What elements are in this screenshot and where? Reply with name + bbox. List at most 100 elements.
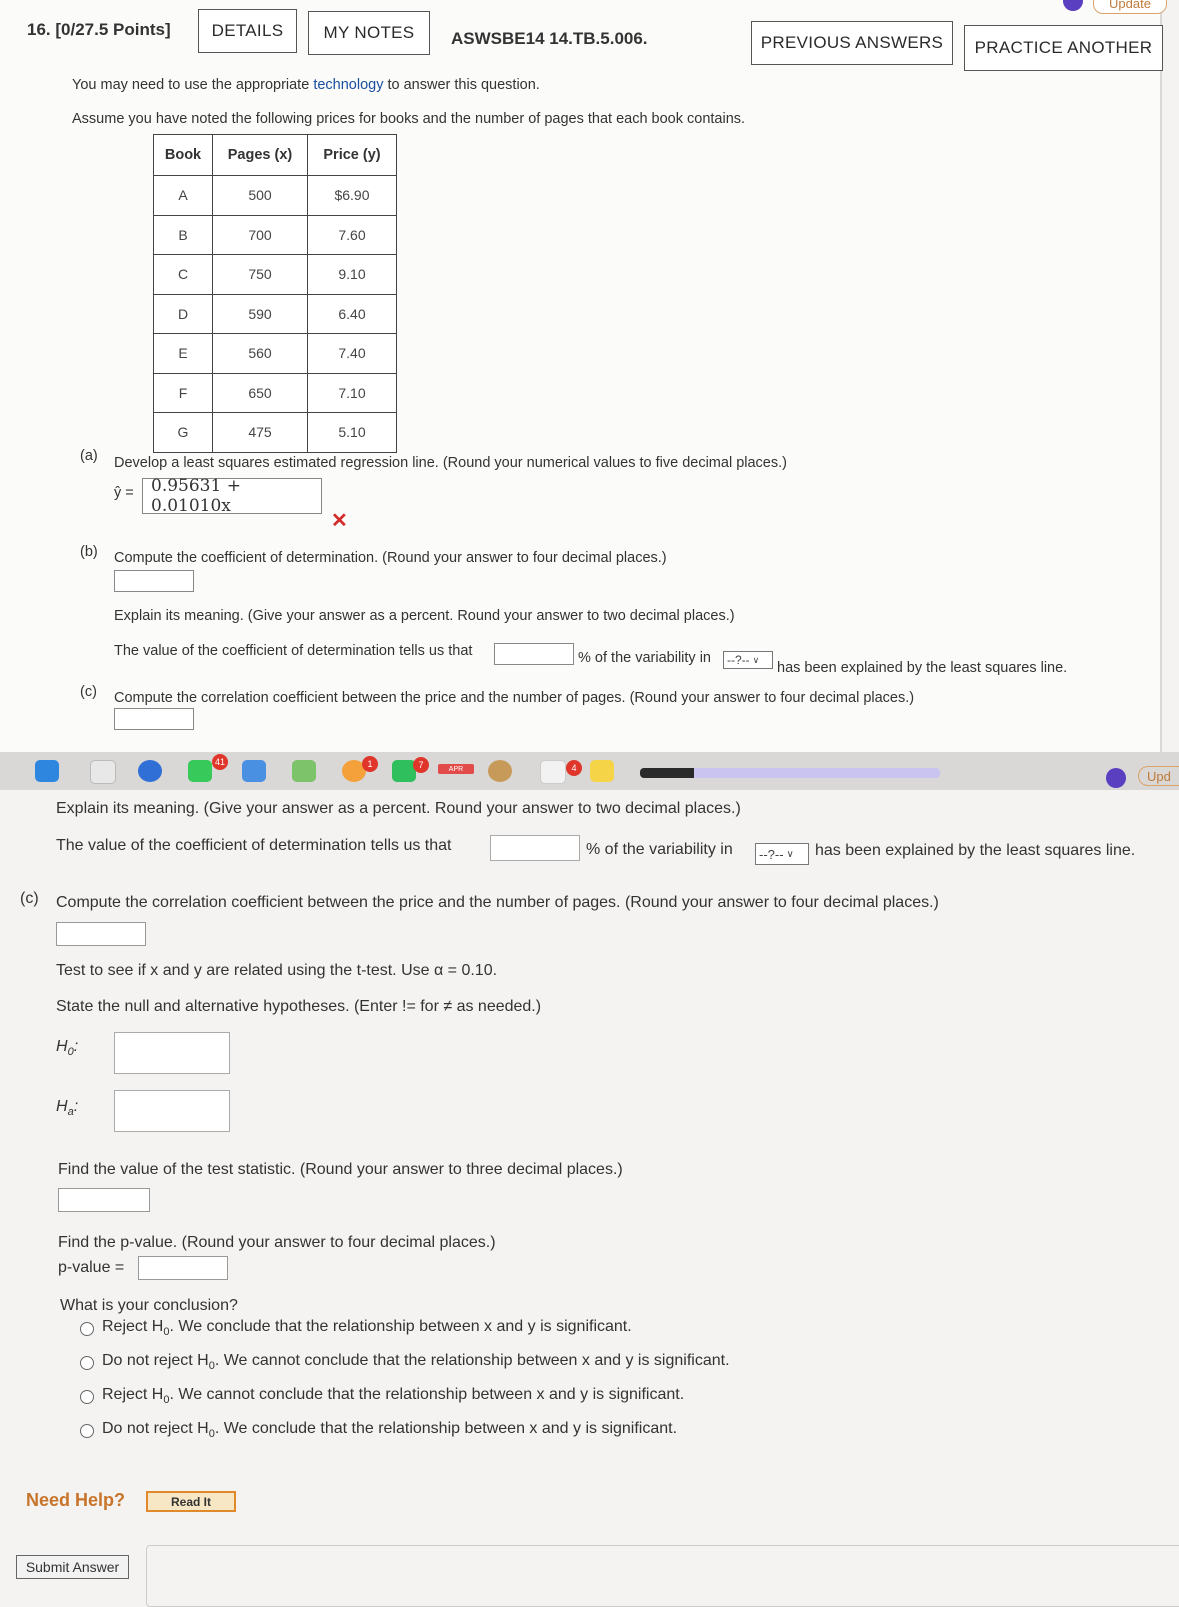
ha-colon: : — [73, 1098, 79, 1115]
conclusion-radio-1[interactable] — [80, 1322, 94, 1336]
cell-book: E — [153, 333, 213, 374]
conclusion-option-1[interactable]: Reject H0. We conclude that the relation… — [102, 1318, 632, 1338]
correlation-field-top[interactable] — [114, 708, 194, 730]
update-button[interactable]: Update — [1093, 0, 1167, 14]
percent-field[interactable] — [494, 643, 574, 665]
photos-badge: 1 — [362, 756, 378, 772]
coef-determination-field[interactable] — [114, 570, 194, 592]
lower-percent-field[interactable] — [490, 835, 580, 861]
p-value-label: p-value = — [58, 1259, 125, 1276]
p-value-field[interactable] — [138, 1256, 228, 1280]
bottom-frame — [146, 1545, 1179, 1607]
intro-prefix: You may need to use the appropriate — [72, 77, 314, 93]
cell-pages: 650 — [212, 372, 308, 413]
my-notes-button[interactable]: MY NOTES — [308, 11, 430, 55]
option-pre: Reject H — [102, 1386, 164, 1403]
messages-icon[interactable] — [188, 760, 212, 782]
reminders-icon[interactable] — [540, 760, 566, 784]
lower-sentence-suffix: has been explained by the least squares … — [815, 842, 1136, 859]
cell-book: G — [153, 412, 213, 453]
conclusion-radio-2[interactable] — [80, 1356, 94, 1370]
intro-suffix: to answer this question. — [383, 77, 540, 93]
launchpad-icon[interactable] — [90, 760, 116, 784]
read-it-button[interactable]: Read It — [146, 1491, 236, 1512]
ha-field[interactable] — [114, 1090, 230, 1132]
cell-book: F — [153, 372, 213, 413]
table-row: G 475 5.10 — [153, 412, 397, 453]
conclusion-option-4[interactable]: Do not reject H0. We conclude that the r… — [102, 1420, 677, 1440]
t-test-prompt: Test to see if x and y are related using… — [56, 962, 498, 979]
cell-price: 6.40 — [307, 293, 397, 334]
conclusion-option-2[interactable]: Do not reject H0. We cannot conclude tha… — [102, 1352, 730, 1372]
correlation-field[interactable] — [56, 922, 146, 946]
cell-book: D — [153, 293, 213, 334]
part-c-prompt: Compute the correlation coefficient betw… — [114, 690, 915, 706]
messages-badge: 41 — [212, 754, 228, 770]
books-table: Book Pages (x) Price (y) A 500 $6.90 B 700 7.… — [153, 134, 397, 453]
cell-price: $6.90 — [307, 175, 397, 216]
cell-price: 7.60 — [307, 214, 397, 255]
test-stat-field[interactable] — [58, 1188, 150, 1212]
table-header-row: Book Pages (x) Price (y) — [153, 134, 397, 176]
header-pages: Pages (x) — [212, 134, 308, 176]
option-post: . We conclude that the relationship betw… — [169, 1318, 632, 1335]
cell-pages: 560 — [212, 333, 308, 374]
table-row: E 560 7.40 — [153, 333, 397, 374]
previous-answers-button[interactable]: PREVIOUS ANSWERS — [751, 21, 953, 65]
conclusion-prompt: What is your conclusion? — [60, 1297, 238, 1314]
chevron-down-icon: ∨ — [752, 654, 760, 665]
cell-price: 9.10 — [307, 254, 397, 295]
h0-label: H0: — [56, 1038, 78, 1058]
hypotheses-prompt: State the null and alternative hypothese… — [56, 998, 542, 1015]
lower-variable-select[interactable]: --?-- ∨ — [755, 843, 809, 865]
ha-label: Ha: — [56, 1098, 78, 1118]
part-b-explain: Explain its meaning. (Give your answer a… — [114, 608, 735, 624]
h0-colon: : — [73, 1038, 79, 1055]
cell-book: B — [153, 214, 213, 255]
table-row: B 700 7.60 — [153, 214, 397, 255]
lower-explain: Explain its meaning. (Give your answer a… — [56, 800, 741, 817]
variable-select[interactable]: --?-- ∨ — [723, 651, 773, 669]
cell-pages: 590 — [212, 293, 308, 334]
cell-pages: 500 — [212, 175, 308, 216]
mail-icon[interactable] — [242, 760, 266, 782]
finder-icon[interactable] — [35, 760, 59, 782]
test-stat-prompt: Find the value of the test statistic. (R… — [58, 1161, 623, 1178]
h0-field[interactable] — [114, 1032, 230, 1074]
option-post: . We cannot conclude that the relationsh… — [169, 1386, 685, 1403]
practice-another-button[interactable]: PRACTICE ANOTHER — [964, 25, 1163, 71]
question-code: ASWSBE14 14.TB.5.006. — [451, 29, 648, 48]
os-taskbar: 41 1 7 APR 4 Upd — [0, 752, 1179, 790]
option-pre: Do not reject H — [102, 1352, 209, 1369]
cell-price: 7.10 — [307, 372, 397, 413]
contacts-icon[interactable] — [488, 760, 512, 782]
update-pill-bottom[interactable]: Upd — [1138, 766, 1179, 786]
notes-icon[interactable] — [590, 760, 614, 782]
intro-line-2: Assume you have noted the following pric… — [72, 111, 746, 127]
conclusion-option-3[interactable]: Reject H0. We cannot conclude that the r… — [102, 1386, 684, 1406]
cell-book: C — [153, 254, 213, 295]
p-value-prompt: Find the p-value. (Round your answer to … — [58, 1234, 496, 1251]
question-number: 16. [0/27.5 Points] — [27, 20, 171, 39]
part-c-label: (c) — [80, 684, 97, 700]
header-book: Book — [153, 134, 213, 176]
conclusion-radio-4[interactable] — [80, 1424, 94, 1438]
submit-answer-button[interactable]: Submit Answer — [16, 1555, 129, 1579]
table-body: A 500 $6.90 B 700 7.60 C 750 9.10 D 590 6.40 E 560 7.4… — [153, 175, 397, 453]
part-a-label: (a) — [80, 448, 98, 464]
regression-answer-field[interactable]: 0.95631 + 0.01010x — [142, 476, 322, 516]
variable-select-value: --?-- — [727, 653, 750, 667]
part-b-sentence-mid: % of the variability in — [578, 650, 711, 666]
conclusion-radio-3[interactable] — [80, 1390, 94, 1404]
lower-part-c-label: (c) — [20, 890, 39, 907]
technology-link[interactable]: technology — [313, 77, 383, 93]
safari-icon[interactable] — [138, 760, 162, 782]
maps-icon[interactable] — [292, 760, 316, 782]
option-post: . We conclude that the relationship betw… — [214, 1420, 678, 1437]
lower-part-c-prompt: Compute the correlation coefficient betw… — [56, 894, 939, 911]
chevron-down-icon: ∨ — [786, 848, 794, 860]
option-pre: Do not reject H — [102, 1420, 209, 1437]
calendar-icon[interactable]: APR — [438, 764, 474, 774]
part-b-sentence-prefix: The value of the coefficient of determin… — [114, 643, 473, 659]
details-button[interactable]: DETAILS — [198, 9, 297, 53]
